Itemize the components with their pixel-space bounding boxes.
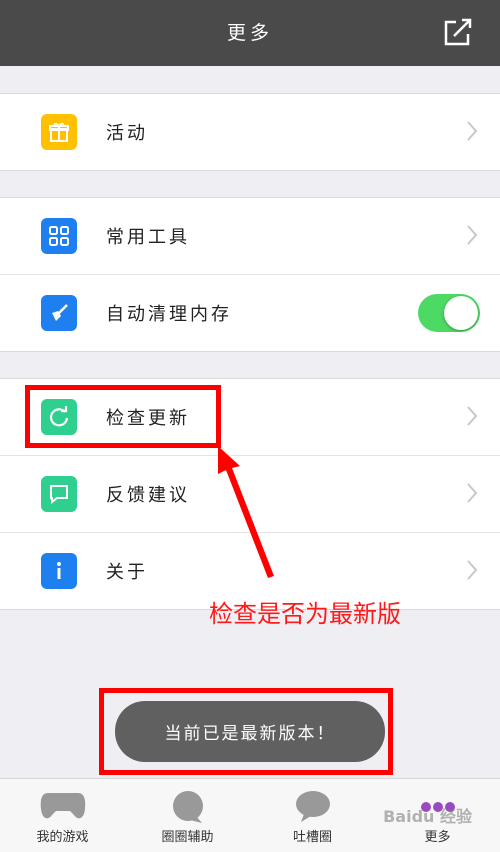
chevron-right-icon [467,483,478,503]
tab-bar: 我的游戏 圈圈辅助 吐槽圈 更多 Baidu 经验 [0,778,500,852]
menu-item-activity[interactable]: 活动 [0,94,500,170]
menu-item-label: 活动 [106,123,148,144]
settings-group-2: 常用工具 自动清理内存 [0,197,500,352]
chevron-right-icon [467,225,478,245]
page-title: 更多 [226,22,273,44]
tab-my-games[interactable]: 我的游戏 [0,779,125,852]
chat-bubble-icon [172,791,203,823]
annotation-arrow [218,446,274,578]
speech-bubble-icon [295,791,330,822]
toggle-knob [444,296,478,330]
auto-clean-toggle[interactable] [418,294,480,332]
highlight-box-check-update [25,385,221,448]
chevron-right-icon [467,406,478,426]
tab-label: 更多 [424,830,451,845]
share-icon[interactable] [442,16,474,48]
toast-message: 当前已是最新版本！ [115,701,385,762]
tab-label: 圈圈辅助 [161,830,214,845]
tab-label: 吐槽圈 [292,830,332,845]
tab-tucao-circle[interactable]: 吐槽圈 [250,779,375,852]
menu-item-label: 反馈建议 [106,485,190,506]
menu-item-label: 常用工具 [106,227,190,248]
chevron-right-icon [467,560,478,580]
gift-icon [41,114,77,150]
message-icon [41,476,77,512]
broom-icon [41,295,77,331]
annotation-text: 检查是否为最新版 [209,600,401,628]
menu-item-label: 关于 [106,562,148,583]
grid-icon [41,218,77,254]
gamepad-icon [40,793,85,819]
info-icon [41,553,77,589]
settings-group-1: 活动 [0,93,500,171]
tab-label: 我的游戏 [36,830,89,845]
menu-item-auto-clean-memory: 自动清理内存 [0,275,500,351]
watermark: Baidu 经验 [383,807,472,826]
chevron-right-icon [467,121,478,141]
menu-item-common-tools[interactable]: 常用工具 [0,198,500,275]
menu-item-label: 自动清理内存 [106,304,232,325]
tab-circle-assist[interactable]: 圈圈辅助 [125,779,250,852]
nav-header: 更多 [0,0,500,66]
